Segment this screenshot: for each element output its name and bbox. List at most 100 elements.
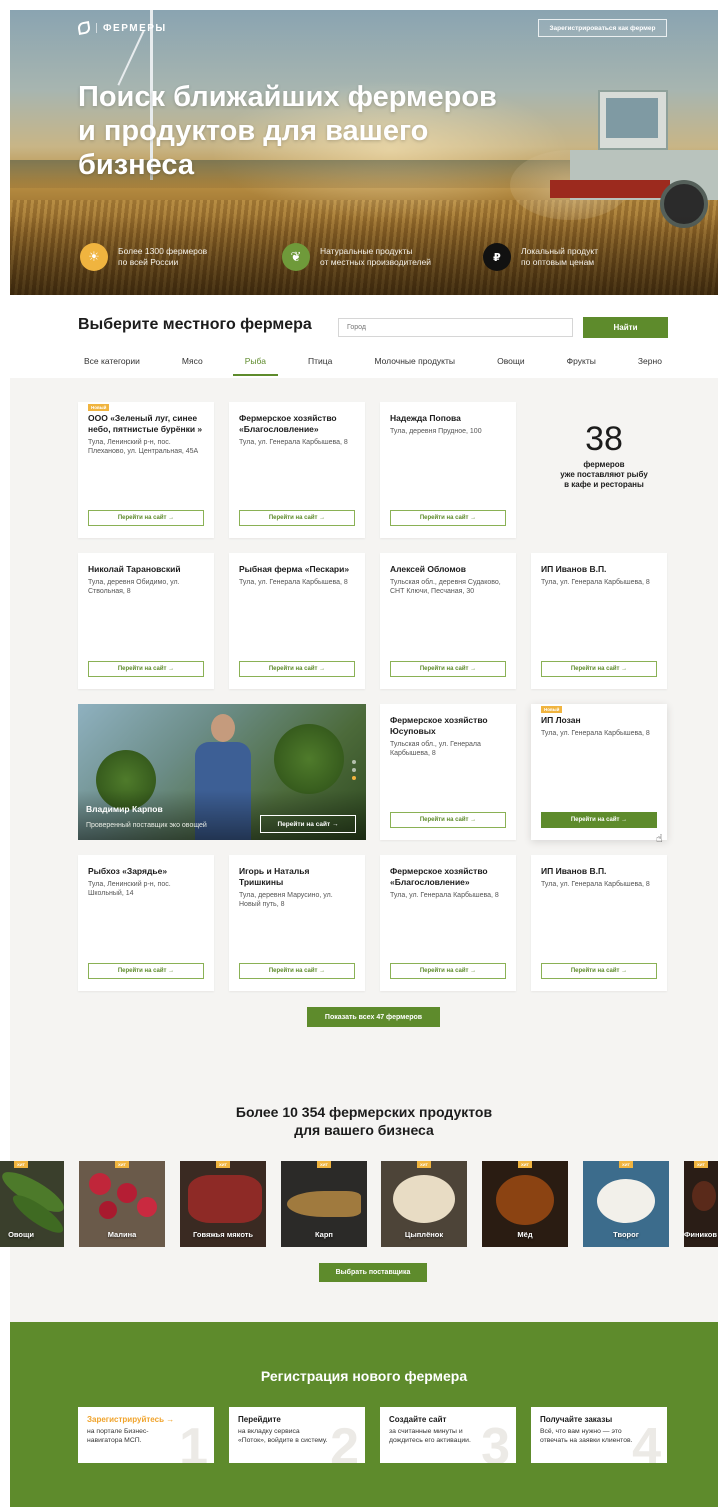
tab-dairy[interactable]: Молочные продукты [368, 356, 461, 376]
farmer-card: Фермерское хозяйство «Благословление» Ту… [229, 402, 365, 538]
show-all-farmers-button[interactable]: Показать всех 47 фермеров [307, 1007, 440, 1027]
tab-fish[interactable]: Рыба [232, 356, 279, 376]
farmer-address: Тула, ул. Генерала Карбышева, 8 [239, 579, 348, 586]
farmer-name: Надежда Попова [390, 413, 461, 423]
go-to-site-button[interactable]: Перейти на сайт → [239, 510, 355, 526]
choose-supplier-button[interactable]: Выбрать поставщика [319, 1263, 427, 1282]
stat-label: фермеров уже поставляют рыбу в кафе и ре… [560, 460, 648, 489]
stat-number: 38 [585, 420, 623, 458]
farmer-name: ИП Лозан [541, 715, 581, 725]
product-card[interactable]: ХИТ Цыплёнок [381, 1161, 467, 1247]
tab-fruits[interactable]: Фрукты [561, 356, 602, 376]
product-label: Говяжья мякоть [193, 1230, 253, 1239]
farmer-card: Фермерское хозяйство Юсуповых Тульская о… [380, 704, 516, 840]
tab-vegetables[interactable]: Овощи [491, 356, 531, 376]
farmer-card: Фермерское хозяйство «Благословление» Ту… [380, 855, 516, 991]
registration-step[interactable]: 1 Зарегистрируйтесь → на портале Бизнес-… [78, 1407, 214, 1463]
step-description: на вкладку сервиса «Поток», войдите в си… [238, 1428, 328, 1444]
go-to-site-button[interactable]: Перейти на сайт → [541, 963, 657, 979]
featured-farmer-promo[interactable]: Владимир Карпов Проверенный поставщик эк… [78, 704, 366, 840]
city-input[interactable] [338, 318, 573, 337]
registration-step: 4 Получайте заказы Всё, что вам нужно — … [531, 1407, 667, 1463]
farmer-card: ИП Иванов В.П. Тула, ул. Генерала Карбыш… [531, 553, 667, 689]
promo-description: Проверенный поставщик эко овощей [86, 822, 207, 829]
go-to-site-button[interactable]: Перейти на сайт → [390, 963, 506, 979]
farmer-name: Рыбхоз «Зарядье» [88, 866, 168, 876]
go-to-site-button[interactable]: Перейти на сайт → [541, 661, 657, 677]
go-to-site-button[interactable]: Перейти на сайт → [390, 510, 506, 526]
go-to-site-button[interactable]: Перейти на сайт → [541, 812, 657, 828]
farmer-name: ИП Иванов В.П. [541, 564, 607, 574]
farmer-card: Алексей Обломов Тульская обл., деревня С… [380, 553, 516, 689]
go-to-site-button[interactable]: Перейти на сайт → [390, 812, 506, 828]
feature-text: Более 1300 фермеров по всей России [118, 246, 208, 267]
farmer-name: Алексей Обломов [390, 564, 466, 574]
ruble-icon: ₽ [483, 243, 511, 271]
farmer-name: Игорь и Наталья Тришкины [239, 866, 310, 887]
step-number: 1 [179, 1418, 208, 1463]
carousel-dot[interactable] [352, 760, 356, 764]
tab-poultry[interactable]: Птица [302, 356, 338, 376]
tab-grain[interactable]: Зерно [632, 356, 668, 376]
tab-meat[interactable]: Мясо [176, 356, 209, 376]
registration-title: Регистрация нового фермера [260, 1368, 468, 1384]
combine-harvester-image [510, 80, 718, 230]
product-card[interactable]: ХИТ Творог [583, 1161, 669, 1247]
tab-all-categories[interactable]: Все категории [78, 356, 146, 376]
farmer-name: Николай Тарановский [88, 564, 181, 574]
product-label: Творог [613, 1230, 639, 1239]
product-card[interactable]: ХИТ Карп [281, 1161, 367, 1247]
product-card[interactable]: ХИТ Овощи [0, 1161, 64, 1247]
hit-tag: ХИТ [317, 1161, 331, 1168]
step-description: Всё, что вам нужно — это отвечать на зая… [540, 1428, 633, 1444]
register-as-farmer-button[interactable]: Зарегистрироваться как фермер [538, 19, 667, 37]
site-logo[interactable]: ФЕРМЕРЫ [77, 21, 167, 35]
farmer-address: Тула, ул. Генерала Карбышева, 8 [239, 439, 348, 446]
farmer-card: Надежда Попова Тула, деревня Прудное, 10… [380, 402, 516, 538]
feature-local-product: ₽ Локальный продукт по оптовым ценам [483, 243, 598, 271]
hero-title: Поиск ближайших фермеров и продуктов для… [78, 81, 497, 181]
farmer-card: Николай Тарановский Тула, деревня Обидим… [78, 553, 214, 689]
hit-tag: ХИТ [619, 1161, 633, 1168]
go-to-site-button[interactable]: Перейти на сайт → [239, 963, 355, 979]
farmer-address: Тула, ул. Генерала Карбышева, 8 [541, 881, 650, 888]
product-card[interactable]: ХИТ Малина [79, 1161, 165, 1247]
products-title: Более 10 354 фермерских продуктов для ва… [235, 1104, 493, 1138]
go-to-site-button[interactable]: Перейти на сайт → [88, 510, 204, 526]
farmer-name: Фермерское хозяйство Юсуповых [390, 715, 488, 736]
carousel-dot-active[interactable] [352, 776, 356, 780]
farmer-address: Тула, ул. Генерала Карбышева, 8 [541, 579, 650, 586]
farmer-address: Тула, ул. Генерала Карбышева, 8 [541, 730, 650, 737]
select-farmer-title: Выберите местного фермера [78, 316, 312, 333]
product-label: Карп [315, 1230, 333, 1239]
hit-tag: ХИТ [14, 1161, 28, 1168]
farmer-card: Игорь и Наталья Тришкины Тула, деревня М… [229, 855, 365, 991]
farmer-card: Новый ООО «Зеленый луг, синее небо, пятн… [78, 402, 214, 538]
step-number: 2 [330, 1418, 359, 1463]
product-card[interactable]: ХИТ Говяжья мякоть [180, 1161, 266, 1247]
registration-step: 3 Создайте сайт за считанные минуты и до… [380, 1407, 516, 1463]
product-label: Цыплёнок [404, 1230, 444, 1239]
step-description: за считанные минуты и дождитесь его акти… [389, 1428, 471, 1444]
product-card[interactable]: ХИТ Мёд [482, 1161, 568, 1247]
go-to-site-button[interactable]: Перейти на сайт → [88, 661, 204, 677]
turbine-blade [117, 30, 145, 86]
feature-text: Локальный продукт по оптовым ценам [521, 246, 599, 267]
plant-image [274, 724, 344, 794]
find-button[interactable]: Найти [583, 317, 668, 338]
carousel-dot[interactable] [352, 768, 356, 772]
hit-tag: ХИТ [115, 1161, 129, 1168]
farmer-card: Рыбная ферма «Пескари» Тула, ул. Генерал… [229, 553, 365, 689]
sprout-icon: ❦ [282, 243, 310, 271]
farmer-address: Тула, Ленинский р-н, пос. Школьный, 14 [88, 881, 171, 897]
go-to-site-button[interactable]: Перейти на сайт → [239, 661, 355, 677]
farmer-address: Тула, деревня Прудное, 100 [390, 428, 482, 435]
product-label: Мёд [517, 1230, 533, 1239]
go-to-site-button[interactable]: Перейти на сайт → [88, 963, 204, 979]
go-to-site-button[interactable]: Перейти на сайт → [390, 661, 506, 677]
hit-tag: ХИТ [417, 1161, 431, 1168]
farmer-card: Новый ИП Лозан Тула, ул. Генерала Карбыш… [531, 704, 667, 840]
promo-go-button[interactable]: Перейти на сайт → [260, 815, 356, 833]
product-card[interactable]: ХИТ Фиников [684, 1161, 718, 1247]
farmer-address: Тула, деревня Обидимо, ул. Ствольная, 8 [88, 579, 180, 595]
